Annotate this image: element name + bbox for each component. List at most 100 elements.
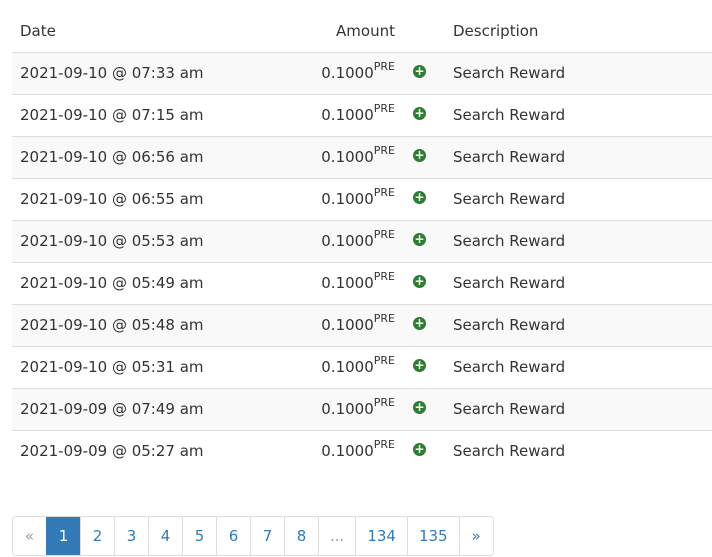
- plus-circle-icon: +: [413, 316, 426, 330]
- date-column-header: Date: [20, 21, 56, 40]
- plus-circle-icon: +: [413, 358, 426, 372]
- table-row: 2021-09-10 @ 05:53 am 0.1000PRE + Search Re…: [12, 220, 712, 262]
- pagination-ellipsis: ...: [318, 517, 356, 555]
- plus-circle-icon: +: [413, 106, 426, 120]
- row-date: 2021-09-10 @ 07:15 am: [20, 106, 204, 124]
- row-icon-cell: +: [403, 262, 436, 304]
- row-amount: 0.1000PRE: [294, 52, 403, 94]
- header-row: Date Amount Description: [12, 10, 712, 52]
- row-description: Search Reward: [453, 400, 566, 418]
- amount-value: 0.1000: [321, 190, 374, 208]
- amount-value: 0.1000: [321, 64, 374, 82]
- row-date: 2021-09-10 @ 05:48 am: [20, 316, 204, 334]
- plus-circle-icon: +: [413, 274, 426, 288]
- pagination: «1 2 3 4 5 6 7 8... 134 135»: [12, 516, 494, 556]
- row-icon-cell: +: [403, 220, 436, 262]
- row-description: Search Reward: [453, 148, 566, 166]
- row-date: 2021-09-10 @ 05:49 am: [20, 274, 204, 292]
- amount-value: 0.1000: [321, 106, 374, 124]
- pagination-page-1[interactable]: 1: [46, 517, 80, 555]
- table-row: 2021-09-09 @ 05:27 am 0.1000PRE + Search Re…: [12, 430, 712, 472]
- amount-unit: PRE: [373, 60, 395, 73]
- row-amount: 0.1000PRE: [294, 94, 403, 136]
- row-date: 2021-09-10 @ 06:55 am: [20, 190, 204, 208]
- table-row: 2021-09-10 @ 07:33 am 0.1000PRE + Search Re…: [12, 52, 712, 94]
- row-amount: 0.1000PRE: [294, 430, 403, 472]
- row-amount: 0.1000PRE: [294, 346, 403, 388]
- row-amount: 0.1000PRE: [294, 220, 403, 262]
- amount-unit: PRE: [373, 228, 395, 241]
- pagination-next-button[interactable]: »: [458, 517, 493, 555]
- pagination-page-7[interactable]: 7: [250, 517, 284, 555]
- pagination-page-135[interactable]: 135: [406, 517, 459, 555]
- table-row: 2021-09-10 @ 07:15 am 0.1000PRE + Search Re…: [12, 94, 712, 136]
- plus-circle-icon: +: [413, 442, 426, 457]
- row-amount: 0.1000PRE: [294, 178, 403, 220]
- row-icon-cell: +: [403, 346, 436, 388]
- row-amount: 0.1000PRE: [294, 262, 403, 304]
- row-icon-cell: +: [403, 430, 436, 472]
- table-header: Date Amount Description: [12, 10, 712, 52]
- table-row: 2021-09-09 @ 07:49 am 0.1000PRE + Search Re…: [12, 388, 712, 430]
- table-row: 2021-09-10 @ 06:56 am 0.1000PRE + Search Re…: [12, 136, 712, 178]
- row-description: Search Reward: [453, 106, 566, 124]
- amount-unit: PRE: [373, 102, 395, 115]
- row-amount: 0.1000PRE: [294, 388, 403, 430]
- amount-value: 0.1000: [321, 148, 374, 166]
- row-date: 2021-09-10 @ 05:53 am: [20, 232, 204, 250]
- row-amount: 0.1000PRE: [294, 304, 403, 346]
- pagination-page-6[interactable]: 6: [216, 517, 250, 555]
- row-date: 2021-09-09 @ 05:27 am: [20, 442, 204, 461]
- pagination-page-4[interactable]: 4: [148, 517, 182, 555]
- table-body: 2021-09-10 @ 07:33 am 0.1000PRE + Search Re…: [12, 52, 712, 472]
- amount-value: 0.1000: [321, 232, 374, 250]
- transactions-table-wrapper: Date Amount Description 2021-09-10 @ 07:…: [12, 10, 712, 472]
- table-row: 2021-09-10 @ 06:55 am 0.1000PRE + Search Re…: [12, 178, 712, 220]
- amount-unit: PRE: [373, 312, 395, 325]
- row-icon-cell: +: [403, 178, 436, 220]
- amount-unit: PRE: [373, 270, 395, 283]
- pagination-page-2[interactable]: 2: [80, 517, 114, 555]
- amount-unit: PRE: [373, 354, 395, 367]
- row-description: Search Reward: [453, 442, 566, 461]
- row-date: 2021-09-10 @ 05:31 am: [20, 358, 204, 376]
- row-date: 2021-09-10 @ 07:33 am: [20, 64, 204, 82]
- row-icon-cell: +: [403, 52, 436, 94]
- row-description: Search Reward: [453, 316, 566, 334]
- icon-column-header: [403, 10, 436, 52]
- row-icon-cell: +: [403, 94, 436, 136]
- plus-circle-icon: +: [413, 400, 426, 414]
- row-description: Search Reward: [453, 274, 566, 292]
- table-row: 2021-09-10 @ 05:49 am 0.1000PRE + Search Re…: [12, 262, 712, 304]
- pagination-prev-button[interactable]: «: [13, 517, 46, 555]
- row-icon-cell: +: [403, 136, 436, 178]
- amount-value: 0.1000: [321, 358, 374, 376]
- row-description: Search Reward: [453, 190, 566, 208]
- pagination-page-134[interactable]: 134: [355, 517, 407, 555]
- row-description: Search Reward: [453, 232, 566, 250]
- amount-unit: PRE: [373, 438, 395, 452]
- plus-circle-icon: +: [413, 232, 426, 246]
- row-date: 2021-09-10 @ 06:56 am: [20, 148, 204, 166]
- row-icon-cell: +: [403, 304, 436, 346]
- pagination-page-5[interactable]: 5: [182, 517, 216, 555]
- pagination-page-3[interactable]: 3: [114, 517, 148, 555]
- amount-value: 0.1000: [321, 400, 374, 418]
- description-column-header: Description: [453, 21, 539, 40]
- row-date: 2021-09-09 @ 07:49 am: [20, 400, 204, 418]
- amount-value: 0.1000: [321, 316, 374, 334]
- amount-value: 0.1000: [321, 442, 374, 461]
- plus-circle-icon: +: [413, 190, 426, 204]
- table-row: 2021-09-10 @ 05:48 am 0.1000PRE + Search Re…: [12, 304, 712, 346]
- amount-unit: PRE: [373, 186, 395, 199]
- row-description: Search Reward: [453, 358, 566, 376]
- pagination-page-8[interactable]: 8: [284, 517, 318, 555]
- amount-column-header: Amount: [336, 21, 395, 40]
- plus-circle-icon: +: [413, 64, 426, 78]
- table-row: 2021-09-10 @ 05:31 am 0.1000PRE + Search Re…: [12, 346, 712, 388]
- amount-value: 0.1000: [321, 274, 374, 292]
- row-description: Search Reward: [453, 64, 566, 82]
- transactions-table: Date Amount Description 2021-09-10 @ 07:…: [12, 10, 712, 472]
- amount-unit: PRE: [373, 396, 395, 409]
- amount-unit: PRE: [373, 144, 395, 157]
